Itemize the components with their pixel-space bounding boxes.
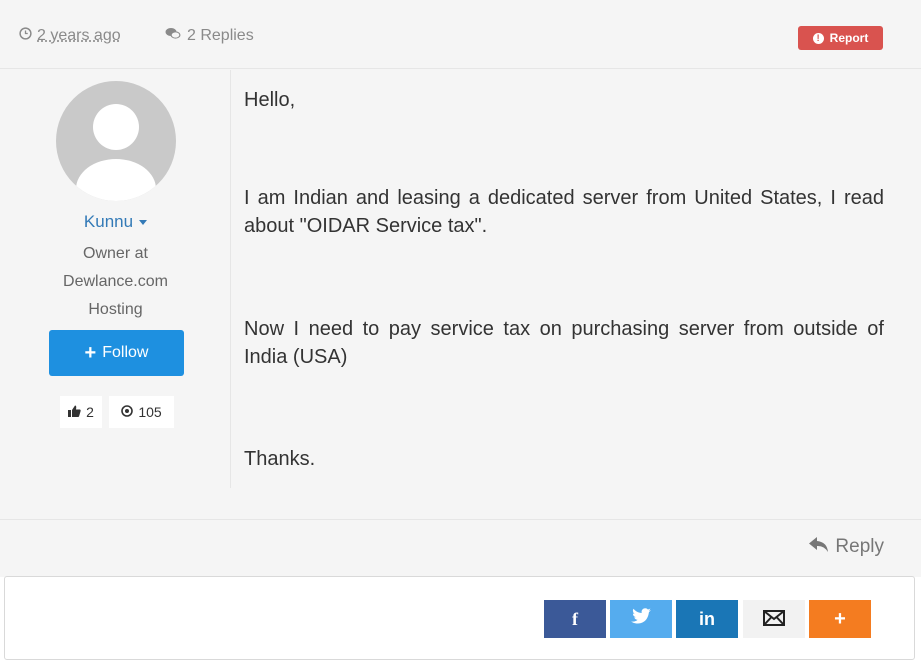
post-paragraph: Hello, <box>244 89 296 111</box>
follow-button[interactable]: + Follow <box>49 330 184 376</box>
post-meta-bar: 2 years ago 2 Replies ! Report <box>0 0 921 69</box>
points-stat: 105 <box>109 396 174 428</box>
forum-post: 2 years ago 2 Replies ! Report Kunnu Own… <box>0 0 921 577</box>
avatar[interactable] <box>56 81 176 201</box>
share-bar: f in + <box>4 576 915 660</box>
thumbs-up-icon <box>68 405 81 420</box>
plus-icon: + <box>834 607 846 630</box>
reply-arrow-icon <box>809 536 829 558</box>
report-button-label: Report <box>829 31 869 45</box>
share-email-button[interactable] <box>743 600 805 638</box>
replies-count: 2 Replies <box>165 27 254 45</box>
post-paragraph: I am Indian and leasing a dedicated serv… <box>244 187 884 237</box>
post-paragraph: Now I need to pay service tax on purchas… <box>244 318 884 368</box>
comments-icon <box>165 27 181 45</box>
target-icon <box>121 404 134 420</box>
author-name[interactable]: Kunnu <box>0 212 231 232</box>
post-divider <box>0 519 921 520</box>
post-paragraph: Thanks. <box>244 448 316 470</box>
caret-down-icon[interactable] <box>139 220 148 226</box>
post-time-label[interactable]: 2 years ago <box>37 27 121 45</box>
follow-button-label: Follow <box>102 344 149 361</box>
clock-icon <box>19 27 32 45</box>
email-icon <box>763 606 785 632</box>
post-time[interactable]: 2 years ago <box>19 27 121 45</box>
replies-count-label: 2 Replies <box>187 27 254 44</box>
reply-button[interactable]: Reply <box>809 536 884 558</box>
author-name-label[interactable]: Kunnu <box>84 212 133 231</box>
linkedin-icon: in <box>699 608 715 629</box>
twitter-icon <box>630 607 652 631</box>
share-facebook-button[interactable]: f <box>544 600 606 638</box>
author-panel: Kunnu Owner at Dewlance.com Hosting + Fo… <box>0 70 231 488</box>
plus-icon: + <box>84 342 97 364</box>
facebook-icon: f <box>572 608 578 629</box>
report-button[interactable]: ! Report <box>798 26 883 50</box>
likes-stat: 2 <box>60 396 102 428</box>
share-more-button[interactable]: + <box>809 600 871 638</box>
share-linkedin-button[interactable]: in <box>676 600 738 638</box>
reply-label[interactable]: Reply <box>835 536 884 558</box>
likes-count: 2 <box>86 404 94 420</box>
author-title: Owner at Dewlance.com Hosting <box>63 245 168 318</box>
points-count: 105 <box>138 404 162 420</box>
share-twitter-button[interactable] <box>610 600 672 638</box>
alert-icon: ! <box>812 32 824 44</box>
